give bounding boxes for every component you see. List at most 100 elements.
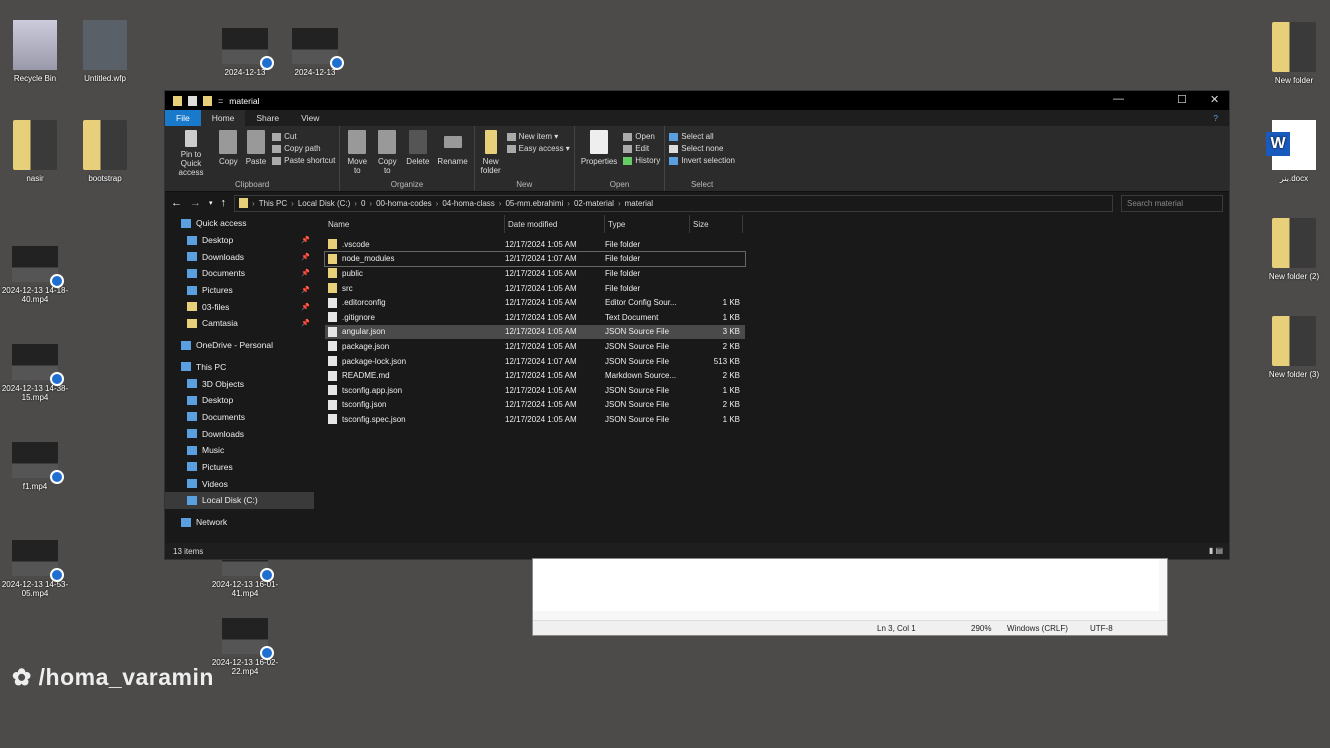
tab-file[interactable]: File xyxy=(165,110,201,126)
pin-quick-access-button[interactable]: Pin to Quick access xyxy=(169,130,213,177)
back-button[interactable]: ← xyxy=(171,197,182,209)
file-row[interactable]: .gitignore 12/17/2024 1:05 AM Text Documen… xyxy=(325,310,745,325)
easy-access-button[interactable]: Easy access ▾ xyxy=(506,144,570,153)
tab-view[interactable]: View xyxy=(290,110,330,126)
nav-item[interactable]: Quick access xyxy=(165,215,314,232)
breadcrumb-separator[interactable]: › xyxy=(291,199,294,208)
desktop-icon[interactable]: nasir xyxy=(0,120,70,183)
tab-share[interactable]: Share xyxy=(245,110,290,126)
edit-button[interactable]: Edit xyxy=(623,144,660,153)
nav-item[interactable]: Music xyxy=(165,442,314,459)
history-button[interactable]: History xyxy=(623,156,660,165)
breadcrumb-separator[interactable]: › xyxy=(499,199,502,208)
nav-item[interactable]: Downloads 📌 xyxy=(165,248,314,265)
horizontal-scrollbar[interactable] xyxy=(533,611,1159,620)
file-row[interactable]: .editorconfig 12/17/2024 1:05 AM Editor Co… xyxy=(325,295,745,310)
breadcrumb-item[interactable]: material xyxy=(625,199,653,208)
file-row[interactable]: tsconfig.spec.json 12/17/2024 1:05 AM JSON… xyxy=(325,412,745,427)
breadcrumb-item[interactable]: Local Disk (C:) xyxy=(298,199,350,208)
copy-button[interactable]: Copy xyxy=(217,130,240,177)
nav-item[interactable]: Desktop xyxy=(165,392,314,409)
copy-path-button[interactable]: Copy path xyxy=(272,144,335,153)
up-button[interactable]: ↑ xyxy=(221,197,227,209)
desktop-icon[interactable]: New folder xyxy=(1259,22,1329,85)
breadcrumb-item[interactable]: 00-homa-codes xyxy=(376,199,432,208)
desktop-icon[interactable]: 2024-12-13 14-38-15.mp4 xyxy=(0,336,70,402)
desktop-icon[interactable]: W بنر.docx xyxy=(1259,120,1329,183)
invert-selection-button[interactable]: Invert selection xyxy=(669,156,735,165)
breadcrumb-separator[interactable]: › xyxy=(369,199,372,208)
nav-item[interactable]: Documents xyxy=(165,409,314,426)
desktop-icon[interactable]: 2024-12-13 16-02-22.mp4 xyxy=(210,610,280,676)
nav-item[interactable]: Videos xyxy=(165,475,314,492)
file-row[interactable]: README.md 12/17/2024 1:05 AM Markdown Sour… xyxy=(325,368,745,383)
recent-locations-button[interactable]: ▾ xyxy=(209,199,213,207)
new-folder-icon[interactable] xyxy=(203,95,212,106)
tab-home[interactable]: Home xyxy=(200,110,246,126)
rename-button[interactable]: Rename xyxy=(435,130,469,177)
desktop-icon[interactable]: Recycle Bin xyxy=(0,20,70,83)
nav-item[interactable]: 03-files 📌 xyxy=(165,298,314,315)
breadcrumb-separator[interactable]: › xyxy=(252,199,255,208)
desktop-icon[interactable]: 2024-12-13 xyxy=(280,20,350,77)
breadcrumb-item[interactable]: 04-homa-class xyxy=(442,199,494,208)
properties-button[interactable]: Properties xyxy=(579,130,619,177)
file-row[interactable]: node_modules 12/17/2024 1:07 AM File folde… xyxy=(324,250,746,268)
new-folder-button[interactable]: New folder xyxy=(479,130,503,177)
file-row[interactable]: tsconfig.json 12/17/2024 1:05 AM JSON Sour… xyxy=(325,398,745,413)
breadcrumb-separator[interactable]: › xyxy=(567,199,570,208)
nav-item[interactable]: This PC xyxy=(165,359,314,376)
file-row[interactable]: angular.json 12/17/2024 1:05 AM JSON Sourc… xyxy=(325,324,745,340)
new-item-button[interactable]: New item ▾ xyxy=(506,132,570,141)
open-button[interactable]: Open xyxy=(623,132,660,141)
vertical-scrollbar[interactable] xyxy=(1159,559,1167,620)
minimize-button[interactable]: — xyxy=(1113,93,1124,105)
file-row[interactable]: .vscode 12/17/2024 1:05 AM File folder xyxy=(325,237,745,252)
nav-item[interactable]: Network xyxy=(165,514,314,531)
nav-item[interactable]: Desktop 📌 xyxy=(165,232,314,249)
select-none-button[interactable]: Select none xyxy=(669,144,735,153)
desktop-icon[interactable]: New folder (2) xyxy=(1259,218,1329,281)
breadcrumb-item[interactable]: This PC xyxy=(259,199,287,208)
search-input[interactable]: Search material xyxy=(1121,194,1223,212)
cut-button[interactable]: Cut xyxy=(272,132,335,141)
nav-item[interactable]: OneDrive - Personal xyxy=(165,337,314,354)
breadcrumb-separator[interactable]: › xyxy=(436,199,439,208)
column-name[interactable]: Name xyxy=(325,215,505,233)
desktop-icon[interactable]: f1.mp4 xyxy=(0,434,70,491)
nav-item[interactable]: Camtasia 📌 xyxy=(165,315,314,332)
forward-button[interactable]: → xyxy=(190,197,201,209)
desktop-icon[interactable]: 2024-12-13 14-18-40.mp4 xyxy=(0,238,70,304)
desktop-icon[interactable]: Untitled.wfp xyxy=(70,20,140,83)
close-button[interactable]: ✕ xyxy=(1210,93,1219,106)
select-all-button[interactable]: Select all xyxy=(669,132,735,141)
help-icon[interactable]: ? xyxy=(1202,110,1229,126)
nav-item[interactable]: Pictures 📌 xyxy=(165,282,314,299)
file-row[interactable]: src 12/17/2024 1:05 AM File folder xyxy=(325,281,745,296)
maximize-button[interactable]: ☐ xyxy=(1177,93,1187,106)
desktop-icon[interactable]: 2024-12-13 14-53-05.mp4 xyxy=(0,532,70,598)
delete-button[interactable]: Delete xyxy=(404,130,431,177)
breadcrumb-separator[interactable]: › xyxy=(618,199,621,208)
paste-button[interactable]: Paste xyxy=(244,130,268,177)
column-date[interactable]: Date modified xyxy=(505,215,605,233)
nav-item[interactable]: 3D Objects xyxy=(165,375,314,392)
desktop-icon[interactable]: 2024-12-13 xyxy=(210,20,280,77)
desktop-icon[interactable]: bootstrap xyxy=(70,120,140,183)
file-row[interactable]: package.json 12/17/2024 1:05 AM JSON Sourc… xyxy=(325,339,745,354)
file-row[interactable]: tsconfig.app.json 12/17/2024 1:05 AM JSON … xyxy=(325,383,745,398)
file-row[interactable]: public 12/17/2024 1:05 AM File folder xyxy=(325,266,745,281)
column-type[interactable]: Type xyxy=(605,215,690,233)
customize-toolbar-icon[interactable]: = xyxy=(218,96,223,106)
address-bar[interactable]: › This PC › Local Disk (C:) › 0 › 00-homa-codes… xyxy=(234,194,1113,212)
column-size[interactable]: Size xyxy=(690,215,743,233)
view-toggle-icons[interactable]: ▮ ▤ xyxy=(1209,546,1223,555)
properties-icon[interactable] xyxy=(188,95,197,106)
breadcrumb-item[interactable]: 05-mm.ebrahimi xyxy=(505,199,563,208)
nav-item[interactable]: Documents 📌 xyxy=(165,265,314,282)
nav-item[interactable]: Pictures xyxy=(165,459,314,476)
move-to-button[interactable]: Move to xyxy=(344,130,370,177)
copy-to-button[interactable]: Copy to xyxy=(374,130,400,177)
breadcrumb-item[interactable]: 02-material xyxy=(574,199,614,208)
breadcrumb-item[interactable]: 0 xyxy=(361,199,365,208)
